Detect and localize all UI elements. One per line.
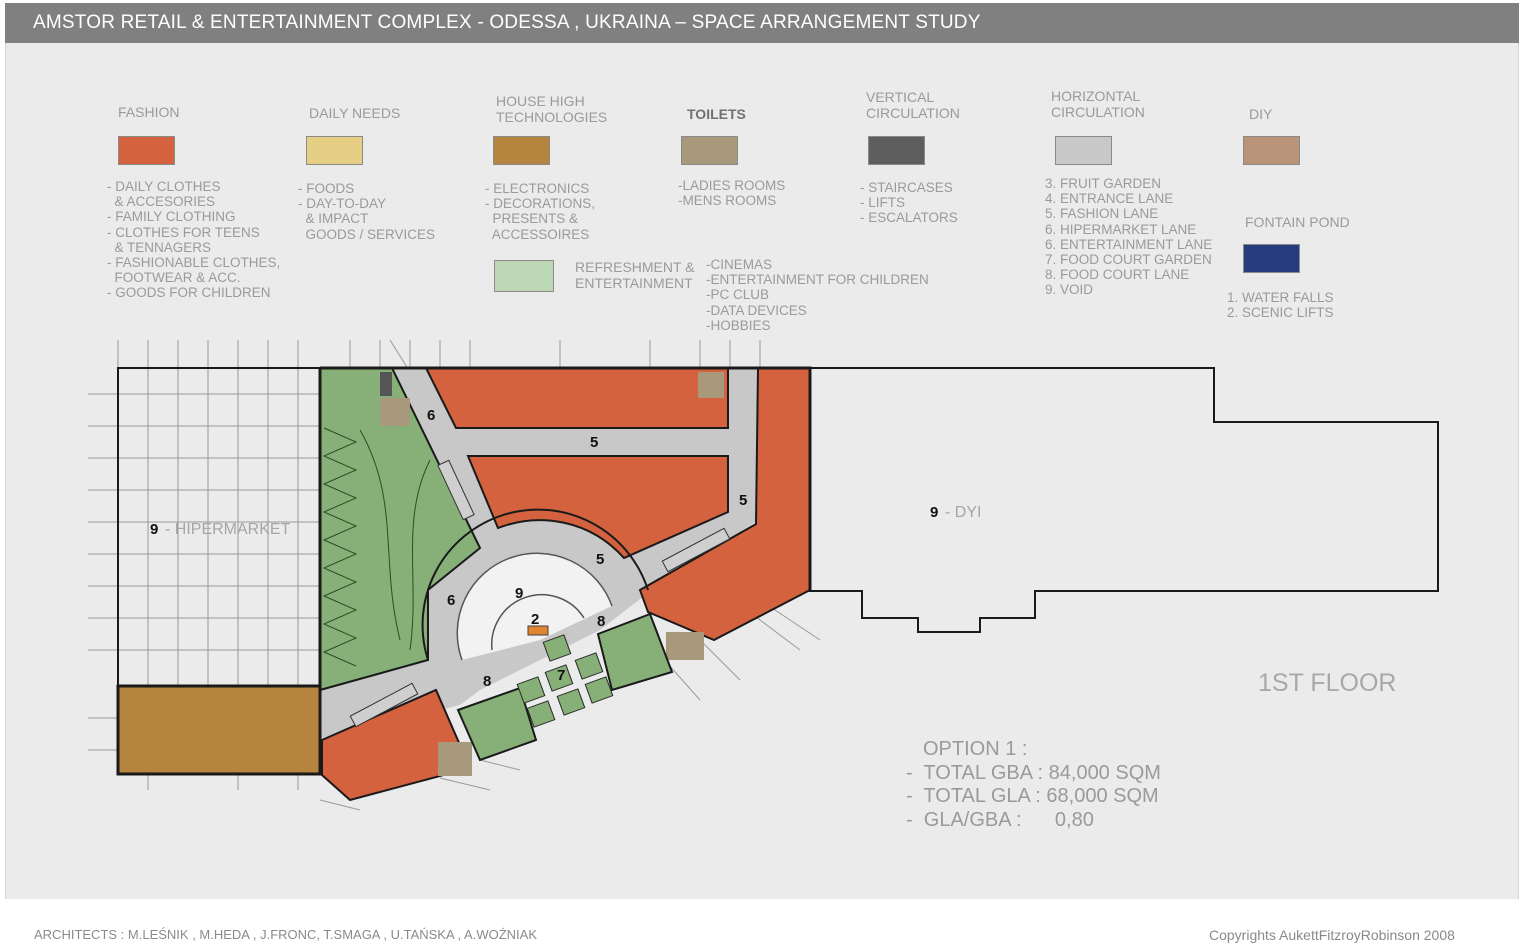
lane-label: 8 [597, 613, 605, 630]
lane-label: 9 [515, 585, 523, 602]
hipermarket-label: - HIPERMARKET [165, 521, 291, 538]
food-court-2 [596, 612, 674, 692]
toilet-block-1 [380, 398, 410, 426]
dyi-number: 9 [930, 504, 938, 521]
hipermarket-number: 9 [150, 521, 158, 538]
gla-gba-ratio: - GLA/GBA : 0,80 [906, 809, 1094, 831]
lane-label: 2 [531, 611, 539, 628]
lane-label: 8 [483, 673, 491, 690]
toilet-block-2 [698, 372, 724, 398]
lane-label: 5 [739, 492, 747, 509]
lane-label: 7 [557, 667, 565, 684]
total-gla: - TOTAL GLA : 68,000 SQM [906, 785, 1159, 807]
lane-label: 6 [447, 592, 455, 609]
hightech-block [116, 684, 324, 776]
floor-label: 1ST FLOOR [1258, 669, 1397, 697]
lane-label: 5 [596, 551, 604, 568]
total-gba: - TOTAL GBA : 84,000 SQM [906, 762, 1161, 784]
architects-credit: ARCHITECTS : M.LEŚNIK , M.HEDA , J.FRONC… [34, 927, 537, 942]
dyi-outline [809, 367, 1439, 633]
fashion-top [424, 367, 729, 429]
floor-plan: 9 - HIPERMARKET 9 - DYI 6 5 5 5 6 9 2 8 … [88, 339, 1439, 811]
footer: ARCHITECTS : M.LEŚNIK , M.HEDA , J.FRONC… [0, 899, 1522, 951]
lane-label: 6 [427, 407, 435, 424]
dyi-label: - DYI [945, 504, 981, 521]
stair-1 [380, 372, 392, 396]
toilet-block-4 [666, 632, 704, 660]
copyright: Copyrights AukettFitzroyRobinson 2008 [1209, 927, 1455, 943]
option-title: OPTION 1 : [923, 738, 1028, 760]
lane-label: 5 [590, 434, 598, 451]
toilet-block-3 [438, 742, 472, 776]
